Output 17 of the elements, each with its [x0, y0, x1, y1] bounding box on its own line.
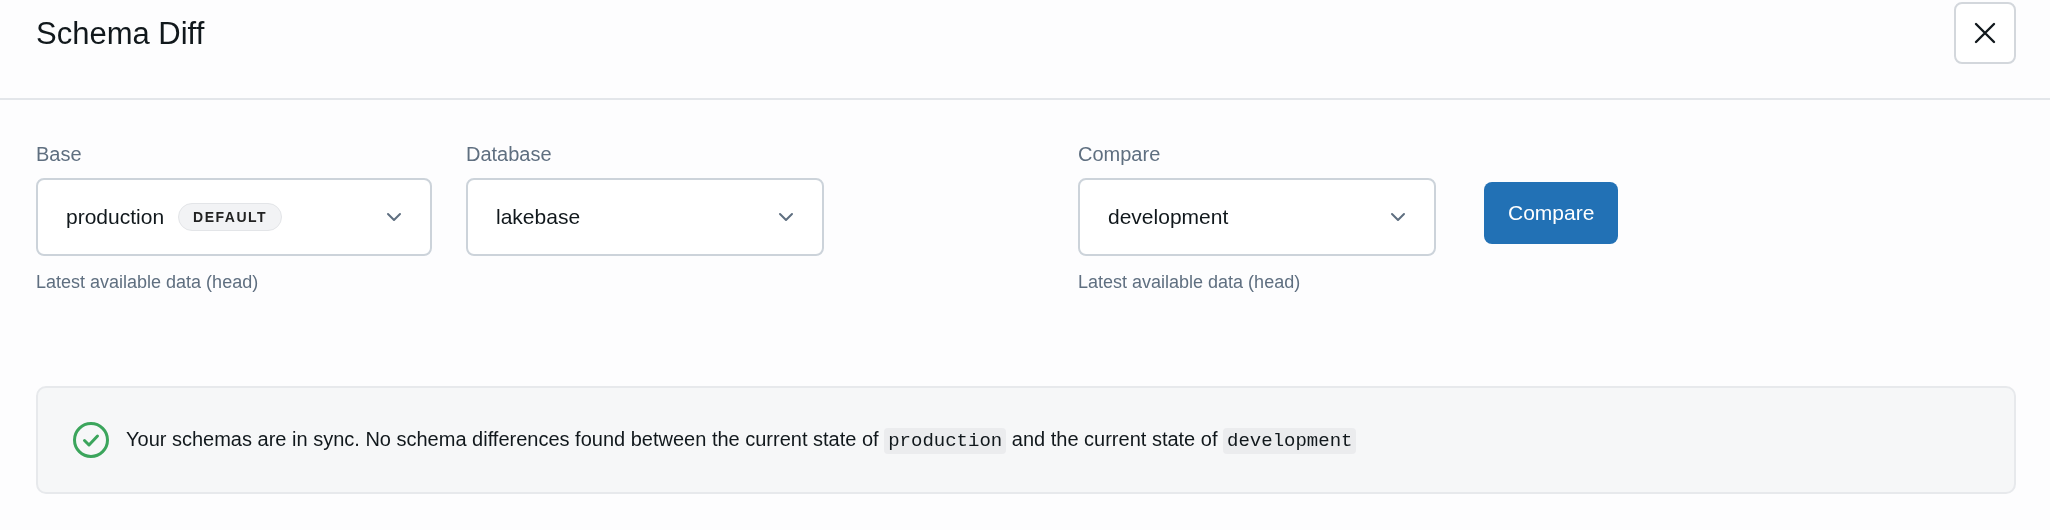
chevron-down-icon [1390, 212, 1406, 222]
field-label: Base [36, 142, 83, 166]
chevron-down-icon [386, 212, 402, 222]
chevron-down-icon [778, 212, 794, 222]
close-button[interactable] [1954, 2, 2016, 64]
field-hint: Latest available data (head) [1078, 272, 1302, 293]
compare-button[interactable]: Compare [1484, 182, 1619, 244]
field-label: Database [466, 142, 553, 166]
field-label: Compare [1078, 142, 1162, 166]
select-field[interactable]: development [1078, 178, 1436, 256]
close-icon [1973, 21, 1997, 45]
message-text: Your schemas are in sync. No schema differences found between the current state of production and the current state of development [126, 428, 1357, 452]
default-tag: DEFAULT [178, 203, 283, 231]
field-hint: Latest available data (head) [36, 272, 260, 293]
dialog-title: Schema Diff [36, 16, 205, 52]
select-field[interactable]: production DEFAULT [36, 178, 432, 256]
select-field[interactable]: lakebase [466, 178, 824, 256]
